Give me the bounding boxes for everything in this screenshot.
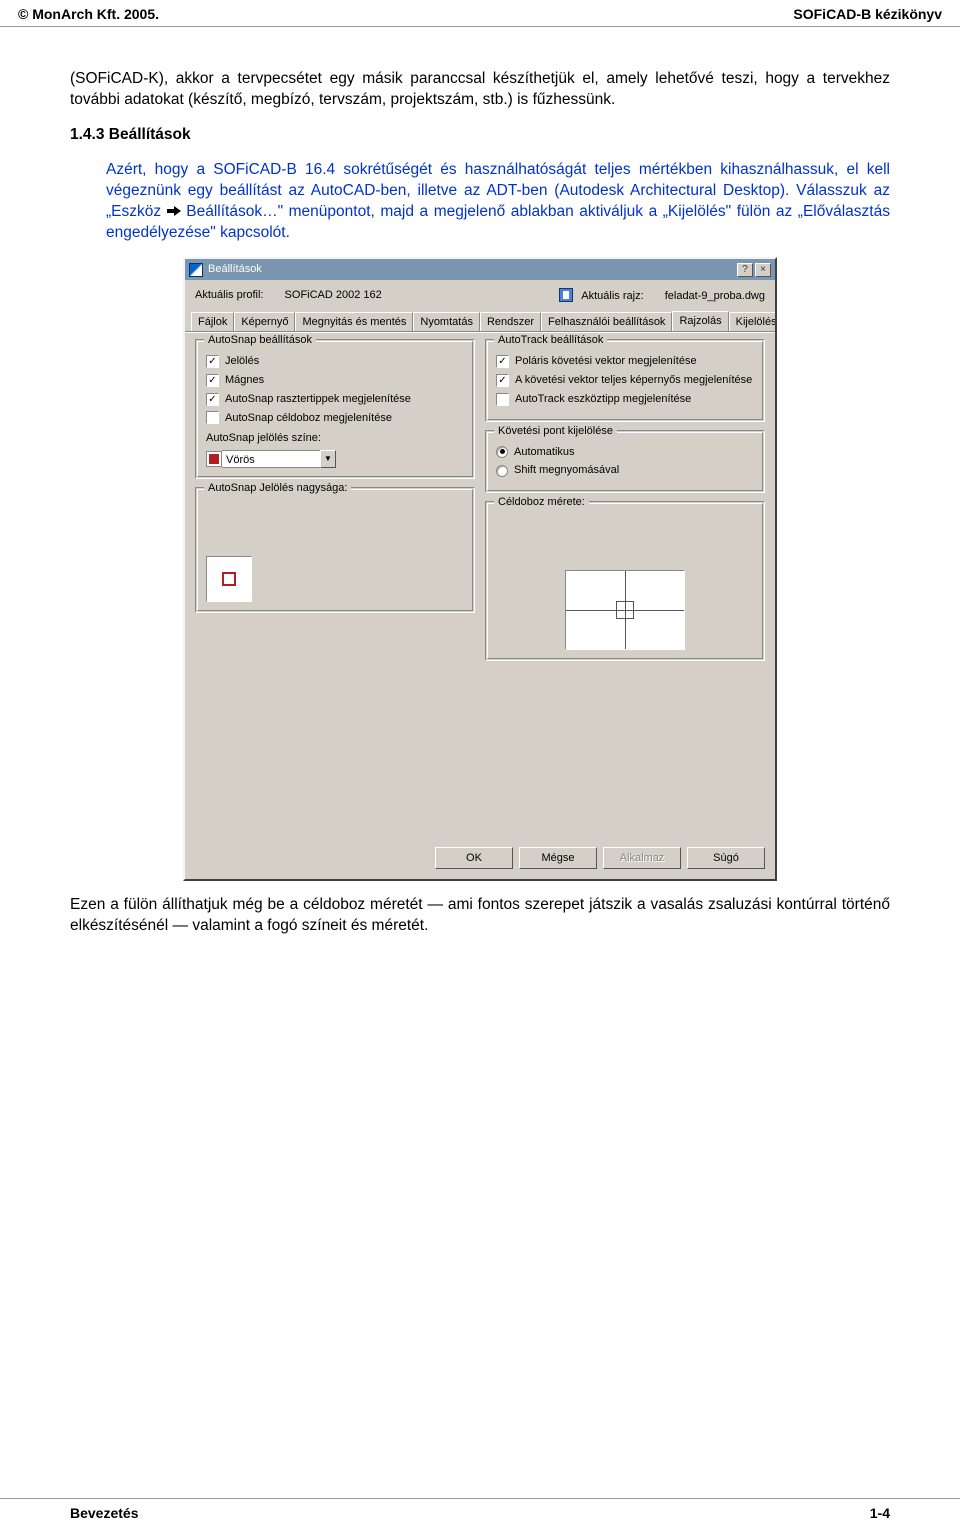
settings-dialog: Beállítások ? × Aktuális profil: SOFiCAD… <box>183 257 777 881</box>
slider-track[interactable] <box>496 540 754 556</box>
ok-button[interactable]: OK <box>435 847 513 869</box>
crosshair-box-icon <box>616 601 634 619</box>
paragraph-1: (SOFiCAD-K), akkor a tervpecsétet egy má… <box>70 69 890 111</box>
tab-megnyitas[interactable]: Megnyitás és mentés <box>295 312 413 332</box>
drawing-icon <box>559 288 573 302</box>
slider-track[interactable] <box>206 526 464 542</box>
chk-rasztertipp[interactable]: ✓AutoSnap rasztertippek megjelenítése <box>206 392 464 407</box>
footer-right: 1-4 <box>870 1505 890 1521</box>
color-label: AutoSnap jelölés színe: <box>206 431 464 446</box>
close-icon[interactable]: × <box>755 263 771 277</box>
chk-celdoboz[interactable]: AutoSnap céldoboz megjelenítése <box>206 411 464 426</box>
checkbox-icon[interactable]: ✓ <box>206 355 219 368</box>
checkbox-icon[interactable] <box>496 393 509 406</box>
crosshair-preview <box>565 570 685 650</box>
radio-shift[interactable]: Shift megnyomásával <box>496 463 754 478</box>
app-icon <box>189 263 203 277</box>
radio-icon[interactable] <box>496 446 508 458</box>
help-button[interactable]: Súgó <box>687 847 765 869</box>
tab-rajzolas[interactable]: Rajzolás <box>672 311 728 332</box>
groupbox-celdoboz: Céldoboz mérete: <box>485 501 765 661</box>
chevron-down-icon[interactable]: ▼ <box>320 450 336 468</box>
document-content: (SOFiCAD-K), akkor a tervpecsétet egy má… <box>0 27 960 937</box>
tab-rendszer[interactable]: Rendszer <box>480 312 541 332</box>
dialog-buttons: OK Mégse Alkalmaz Súgó <box>185 839 775 879</box>
tabs: Fájlok Képernyő Megnyitás és mentés Nyom… <box>185 310 775 332</box>
page-footer: Bevezetés 1-4 <box>0 1498 960 1521</box>
tab-kijeloles[interactable]: Kijelölés <box>729 312 775 332</box>
checkbox-icon[interactable]: ✓ <box>206 374 219 387</box>
color-combo[interactable]: Vörös ▼ <box>206 450 336 468</box>
groupbox-autosnap: AutoSnap beállítások ✓Jelölés ✓Mágnes ✓A… <box>195 339 475 479</box>
help-button-icon[interactable]: ? <box>737 263 753 277</box>
groupbox-autotrack: AutoTrack beállítások ✓Poláris követési … <box>485 339 765 422</box>
profile-label: Aktuális profil: <box>195 289 263 301</box>
left-column: AutoSnap beállítások ✓Jelölés ✓Mágnes ✓A… <box>195 339 475 829</box>
chk-magnes[interactable]: ✓Mágnes <box>206 373 464 388</box>
checkbox-icon[interactable]: ✓ <box>496 374 509 387</box>
group-kovetesi-title: Követési pont kijelölése <box>494 424 617 439</box>
header-left: © MonArch Kft. 2005. <box>18 6 159 22</box>
dialog-body: AutoSnap beállítások ✓Jelölés ✓Mágnes ✓A… <box>185 332 775 839</box>
checkbox-icon[interactable]: ✓ <box>206 393 219 406</box>
rajz-label: Aktuális rajz: <box>581 290 643 302</box>
tab-kepernyo[interactable]: Képernyő <box>234 312 295 332</box>
checkbox-icon[interactable]: ✓ <box>496 355 509 368</box>
color-value: Vörös <box>222 450 320 468</box>
marker-square-icon <box>222 572 236 586</box>
dialog-title: Beállítások <box>208 262 262 277</box>
footer-left: Bevezetés <box>70 1505 139 1521</box>
groupbox-jeloles-nagysaga: AutoSnap Jelölés nagysága: <box>195 487 475 613</box>
paragraph-2: Azért, hogy a SOFiCAD-B 16.4 sokrétűségé… <box>106 160 890 244</box>
header-right: SOFiCAD-B kézikönyv <box>793 6 942 22</box>
group-autosnap-title: AutoSnap beállítások <box>204 333 316 348</box>
tab-fajlok[interactable]: Fájlok <box>191 312 234 332</box>
cancel-button[interactable]: Mégse <box>519 847 597 869</box>
tab-felhasznalo[interactable]: Felhasználói beállítások <box>541 312 672 332</box>
chk-eszkoztipp[interactable]: AutoTrack eszköztipp megjelenítése <box>496 392 754 407</box>
paragraph-3: Ezen a fülön állíthatjuk még be a céldob… <box>70 895 890 937</box>
chk-jeloles[interactable]: ✓Jelölés <box>206 354 464 369</box>
radio-icon[interactable] <box>496 465 508 477</box>
profile-value: SOFiCAD 2002 162 <box>285 289 382 301</box>
paragraph-2b: Beállítások…" menüpontot, majd a megjele… <box>106 203 890 241</box>
arrow-right-icon <box>167 203 181 215</box>
group-autotrack-title: AutoTrack beállítások <box>494 333 607 348</box>
color-swatch-icon <box>206 451 222 467</box>
marker-preview <box>206 556 252 602</box>
rajz-value: feladat-9_proba.dwg <box>665 290 765 302</box>
apply-button[interactable]: Alkalmaz <box>603 847 681 869</box>
tab-nyomtatas[interactable]: Nyomtatás <box>413 312 480 332</box>
page-header: © MonArch Kft. 2005. SOFiCAD-B kézikönyv <box>0 0 960 27</box>
dialog-titlebar: Beállítások ? × <box>185 259 775 280</box>
group-jeloles-title: AutoSnap Jelölés nagysága: <box>204 481 351 496</box>
chk-kovetesi-vektor[interactable]: ✓A követési vektor teljes képernyős megj… <box>496 373 754 388</box>
profile-row: Aktuális profil: SOFiCAD 2002 162 Aktuál… <box>185 280 775 310</box>
right-column: AutoTrack beállítások ✓Poláris követési … <box>485 339 765 829</box>
section-heading: 1.4.3 Beállítások <box>70 125 890 146</box>
checkbox-icon[interactable] <box>206 411 219 424</box>
group-celdoboz-title: Céldoboz mérete: <box>494 495 589 510</box>
radio-automatikus[interactable]: Automatikus <box>496 445 754 460</box>
chk-polaris[interactable]: ✓Poláris követési vektor megjelenítése <box>496 354 754 369</box>
groupbox-kovetesi: Követési pont kijelölése Automatikus Shi… <box>485 430 765 494</box>
